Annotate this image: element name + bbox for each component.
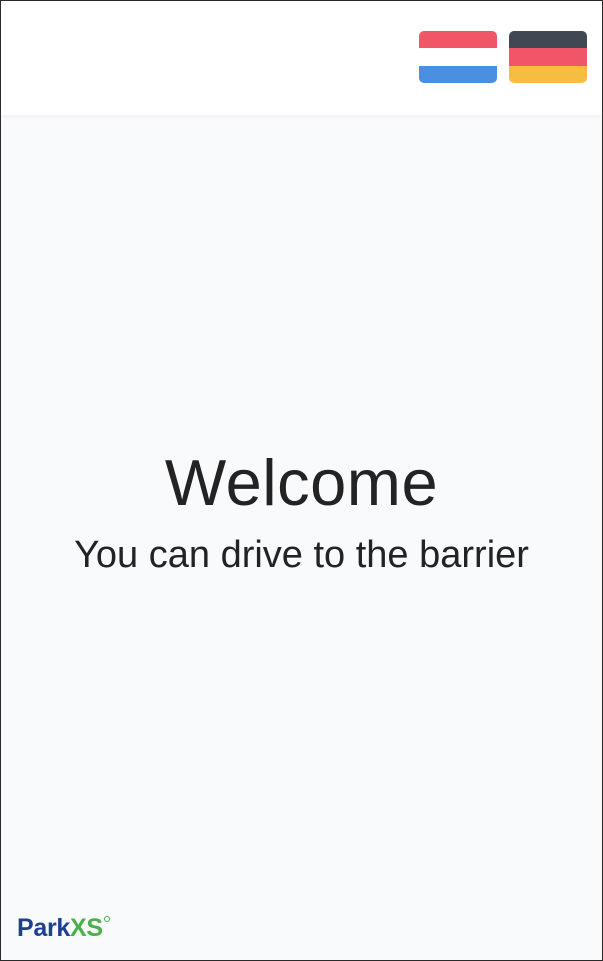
header-bar	[1, 1, 602, 115]
flag-stripe-red	[419, 31, 497, 49]
language-button-dutch[interactable]	[419, 31, 497, 83]
flag-stripe-red	[509, 48, 587, 66]
app-screen: Welcome You can drive to the barrier Par…	[0, 0, 603, 961]
registered-mark-icon	[103, 916, 110, 922]
flag-stripe-white	[419, 48, 497, 66]
parkxs-logo: Park XS	[17, 911, 110, 945]
flag-stripe-blue	[419, 65, 497, 83]
welcome-title: Welcome	[164, 446, 439, 519]
flag-stripe-black	[509, 31, 587, 49]
flag-stripe-gold	[509, 65, 587, 83]
logo-text-xs: XS	[70, 914, 103, 942]
language-button-german[interactable]	[509, 31, 587, 83]
logo-text-park: Park	[17, 914, 71, 942]
welcome-subtitle: You can drive to the barrier	[74, 534, 529, 576]
